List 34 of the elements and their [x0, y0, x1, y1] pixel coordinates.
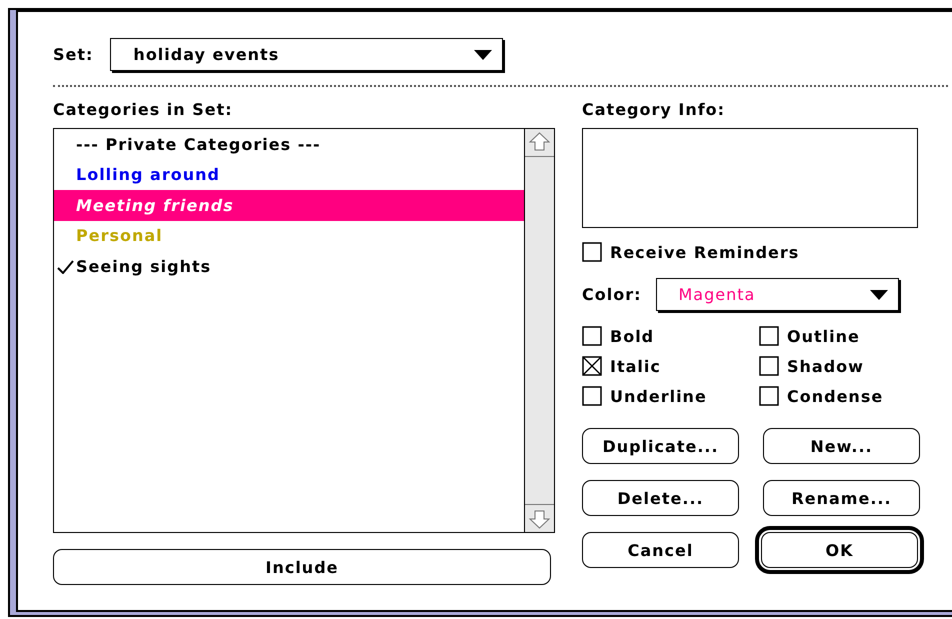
- checkbox-label: Outline: [787, 326, 860, 346]
- dialog-button[interactable]: Delete...: [582, 480, 739, 516]
- list-item[interactable]: Lolling around: [54, 160, 524, 190]
- categories-label: Categories in Set:: [53, 100, 234, 119]
- dialog-button[interactable]: Duplicate...: [582, 428, 739, 464]
- list-item[interactable]: Seeing sights: [54, 251, 524, 282]
- checkbox[interactable]: [759, 386, 779, 406]
- checkbox-label: Bold: [610, 326, 654, 346]
- set-label: Set:: [53, 45, 94, 64]
- checkbox-label: Underline: [610, 386, 707, 406]
- scrollbar[interactable]: [524, 129, 554, 532]
- checkbox[interactable]: [582, 386, 602, 406]
- checkbox-label: Italic: [610, 356, 661, 376]
- color-dropdown[interactable]: Magenta: [656, 278, 898, 311]
- checkbox[interactable]: [582, 326, 602, 346]
- include-button[interactable]: Include: [53, 549, 551, 585]
- checkbox[interactable]: [582, 356, 602, 376]
- dropdown-arrow-icon: [474, 50, 492, 60]
- checkbox-label: Condense: [787, 386, 884, 406]
- checkbox[interactable]: [759, 326, 779, 346]
- dialog-button[interactable]: Cancel: [582, 532, 739, 568]
- checkbox-label: Shadow: [787, 356, 864, 376]
- dropdown-arrow-icon: [870, 290, 888, 300]
- checkbox-label: Receive Reminders: [610, 242, 800, 262]
- checkbox[interactable]: [759, 356, 779, 376]
- checkbox[interactable]: [582, 242, 602, 262]
- color-label: Color:: [582, 285, 642, 304]
- info-field[interactable]: [582, 128, 918, 228]
- list-item[interactable]: Meeting friends: [54, 190, 524, 220]
- dialog-button[interactable]: Rename...: [763, 480, 920, 516]
- info-label: Category Info:: [582, 100, 726, 119]
- list-item[interactable]: --- Private Categories ---: [54, 129, 524, 160]
- set-dropdown[interactable]: holiday events: [110, 38, 504, 71]
- dialog-button[interactable]: New...: [763, 428, 920, 464]
